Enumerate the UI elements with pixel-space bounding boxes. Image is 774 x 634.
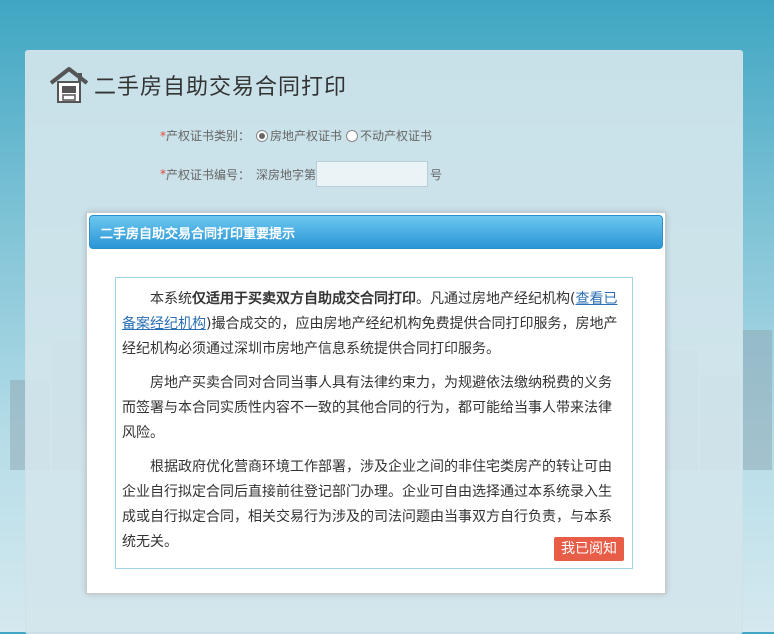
- cert-no-prefix: 深房地字第: [256, 167, 317, 182]
- page-title: 二手房自助交易合同打印: [94, 75, 348, 100]
- radio-property-right-cert-label[interactable]: 不动产权证书: [360, 127, 432, 144]
- acknowledge-button[interactable]: 我已阅知: [554, 537, 624, 561]
- cert-type-row: * 产权证书类别： 房地产权证书 不动产权证书: [160, 127, 432, 144]
- p1-mid: 。凡通过房地产经纪机构(: [416, 291, 576, 307]
- notice-dialog: 二手房自助交易合同打印重要提示 本系统仅适用于买卖双方自助成交合同打印。凡通过房…: [86, 212, 666, 594]
- cert-no-suffix: 号: [430, 167, 443, 182]
- p1-lead: 本系统: [150, 291, 192, 307]
- notice-paragraph-1: 本系统仅适用于买卖双方自助成交合同打印。凡通过房地产经纪机构(查看已备案经纪机构…: [122, 287, 624, 362]
- cert-no-input[interactable]: [316, 161, 429, 187]
- radio-real-estate-cert-label[interactable]: 房地产权证书: [270, 127, 342, 144]
- dialog-title: 二手房自助交易合同打印重要提示: [89, 215, 663, 249]
- radio-property-right-cert[interactable]: [346, 129, 359, 142]
- p1-bold: 仅适用于买卖双方自助成交合同打印: [192, 291, 416, 307]
- cert-type-label: 产权证书类别：: [166, 129, 251, 143]
- notice-paragraph-2: 房地产买卖合同对合同当事人具有法律约束力，为规避依法缴纳税费的义务而签署与本合同…: [122, 375, 612, 441]
- notice-content: 本系统仅适用于买卖双方自助成交合同打印。凡通过房地产经纪机构(查看已备案经纪机构…: [115, 277, 633, 569]
- cert-no-label: 产权证书编号：: [166, 167, 251, 182]
- house-printer-icon: [48, 65, 90, 105]
- notice-paragraph-3: 根据政府优化营商环境工作部署，涉及企业之间的非住宅类房产的转让可由企业自行拟定合…: [122, 459, 612, 550]
- cert-no-row: * 产权证书编号： 深房地字第 号: [160, 161, 442, 187]
- radio-real-estate-cert[interactable]: [256, 129, 269, 142]
- page-header: 二手房自助交易合同打印: [48, 65, 347, 105]
